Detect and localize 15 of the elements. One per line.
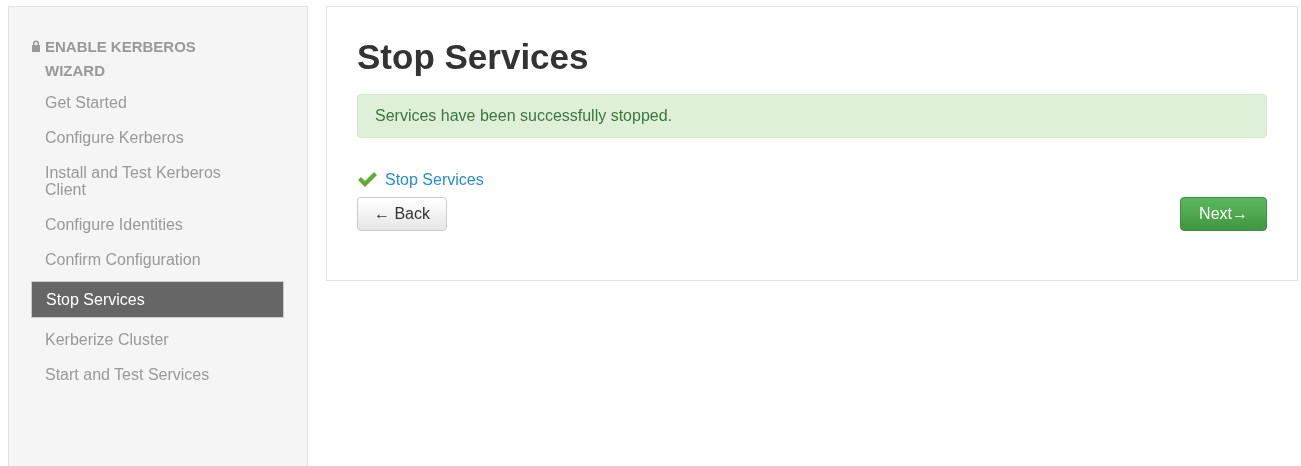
task-link[interactable]: Stop Services bbox=[385, 171, 484, 189]
wizard-step[interactable]: Start and Test Services bbox=[31, 357, 284, 392]
success-alert: Services have been successfully stopped. bbox=[357, 94, 1267, 138]
lock-icon bbox=[31, 40, 41, 52]
wizard-title: ENABLE KERBEROS WIZARD bbox=[45, 37, 197, 81]
next-button[interactable]: Next→ bbox=[1180, 197, 1267, 231]
wizard-step[interactable]: Confirm Configuration bbox=[31, 242, 284, 277]
wizard-step[interactable]: Kerberize Cluster bbox=[31, 322, 284, 357]
wizard-step[interactable]: Configure Identities bbox=[31, 207, 284, 242]
back-button[interactable]: ← Back bbox=[357, 197, 447, 231]
wizard-step[interactable]: Stop Services bbox=[31, 281, 284, 318]
page-heading: Stop Services bbox=[357, 37, 590, 77]
wizard-step[interactable]: Install and Test Kerberos Client bbox=[31, 155, 284, 207]
wizard-step[interactable]: Configure Kerberos bbox=[31, 120, 284, 155]
wizard-step[interactable]: Get Started bbox=[31, 85, 284, 120]
